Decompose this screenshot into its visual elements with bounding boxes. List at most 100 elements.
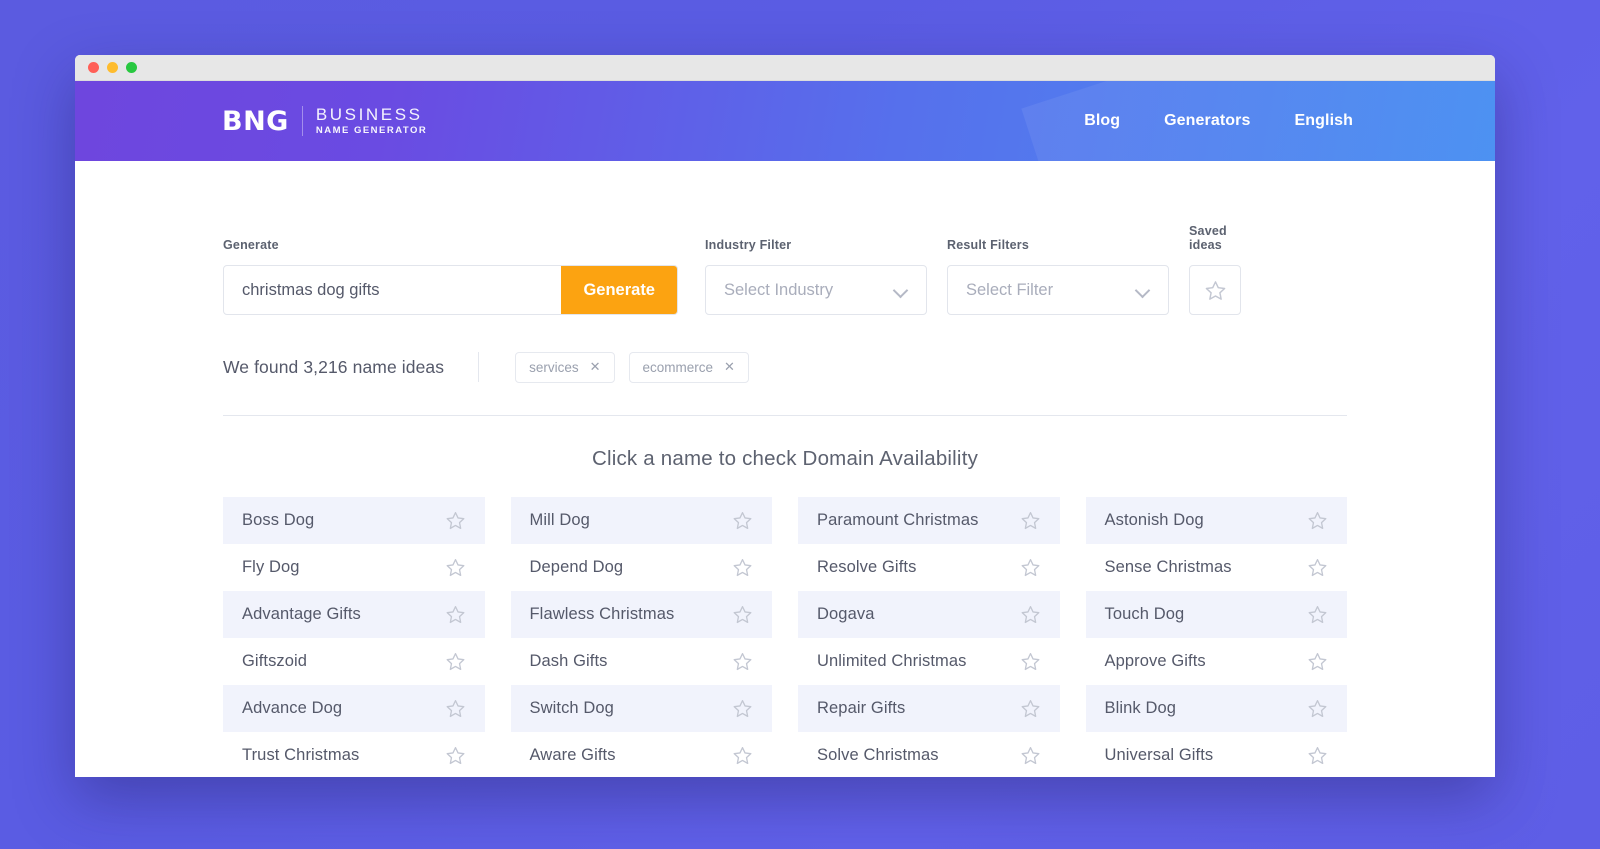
star-icon[interactable] [1307,557,1328,578]
window-close-button[interactable] [88,62,99,73]
results-section-title: Click a name to check Domain Availabilit… [591,447,979,470]
star-icon[interactable] [1020,604,1041,625]
window-minimize-button[interactable] [107,62,118,73]
saved-ideas-label: Saved ideas [1189,224,1227,252]
result-row[interactable]: Advance Dog [223,685,485,732]
result-name: Fly Dog [242,558,300,576]
nav-item-generators[interactable]: Generators [1164,112,1250,130]
result-row[interactable]: Giftszoid [223,638,485,685]
result-name: Mill Dog [529,511,590,529]
result-row[interactable]: Touch Dog [1085,591,1347,638]
star-icon[interactable] [1307,651,1328,672]
filter-tag-ecommerce[interactable]: ecommerce ✕ [628,351,749,383]
active-filter-tags: services ✕ ecommerce ✕ [515,351,749,383]
result-name: Paramount Christmas [817,511,979,529]
star-icon[interactable] [732,698,753,719]
result-name: Boss Dog [242,511,315,529]
result-row[interactable]: Trust Christmas [223,732,485,777]
result-name: Dash Gifts [529,652,608,670]
nav-item-blog[interactable]: Blog [1084,112,1120,130]
star-icon[interactable] [1020,745,1041,766]
star-icon[interactable] [445,510,466,531]
logo-mark: BNG [222,105,289,137]
chevron-down-icon [1137,284,1150,297]
result-filter-select[interactable]: Select Filter [947,265,1169,315]
nav-item-language[interactable]: English [1295,112,1353,130]
logo-divider [301,106,303,136]
star-icon[interactable] [732,651,753,672]
result-row[interactable]: Astonish Dog [1085,497,1347,544]
close-icon[interactable]: ✕ [590,359,601,375]
result-row[interactable]: Advantage Gifts [223,591,485,638]
result-row[interactable]: Approve Gifts [1086,638,1348,685]
keyword-input[interactable] [224,266,562,314]
star-icon[interactable] [1020,557,1041,578]
star-icon[interactable] [1020,510,1041,531]
result-row[interactable]: Depend Dog [511,544,773,591]
result-name: Unlimited Christmas [817,652,967,670]
result-row[interactable]: Universal Gifts [1086,732,1348,777]
star-icon[interactable] [1307,510,1328,531]
star-icon [1205,280,1225,300]
result-name: Switch Dog [529,699,614,717]
result-name: Touch Dog [1104,605,1185,623]
window-maximize-button[interactable] [126,62,137,73]
result-filter-label: Result Filters [947,238,1029,252]
star-icon[interactable] [445,557,466,578]
saved-ideas-group: Saved ideas [1189,224,1247,315]
result-row[interactable]: Boss Dog [223,497,485,544]
site-logo[interactable]: BNG BUSINESS NAME GENERATOR [222,105,427,137]
star-icon[interactable] [445,698,466,719]
star-icon[interactable] [732,745,753,766]
result-name: Advance Dog [242,699,343,717]
generate-button[interactable]: Generate [561,266,677,314]
industry-filter-select[interactable]: Select Industry [705,265,927,315]
star-icon[interactable] [445,745,466,766]
result-name: Flawless Christmas [529,605,675,623]
star-icon[interactable] [1307,604,1328,625]
window-titlebar [75,55,1495,81]
star-icon[interactable] [732,604,753,625]
result-row[interactable]: Flawless Christmas [510,591,772,638]
result-row[interactable]: Unlimited Christmas [798,638,1060,685]
star-icon[interactable] [1307,745,1328,766]
browser-window: BNG BUSINESS NAME GENERATOR Blog Generat… [75,55,1495,777]
generate-input-row: Generate [223,265,678,315]
star-icon[interactable] [732,557,753,578]
result-row[interactable]: Solve Christmas [798,732,1060,777]
filter-tag-services[interactable]: services ✕ [515,351,615,383]
result-row[interactable]: Dash Gifts [511,638,773,685]
result-row[interactable]: Repair Gifts [798,685,1060,732]
result-name: Trust Christmas [242,746,360,764]
result-row[interactable]: Blink Dog [1085,685,1347,732]
result-row[interactable]: Switch Dog [510,685,772,732]
result-row[interactable]: Fly Dog [223,544,485,591]
close-icon[interactable]: ✕ [724,359,735,375]
main-navigation: Blog Generators English [1084,112,1353,130]
logo-line-business: BUSINESS [315,104,423,124]
result-name: Depend Dog [529,558,624,576]
saved-ideas-button[interactable] [1189,265,1241,315]
result-name: Aware Gifts [529,746,616,764]
result-row[interactable]: Mill Dog [510,497,772,544]
result-name: Giftszoid [242,652,308,670]
star-icon[interactable] [1020,698,1041,719]
result-row[interactable]: Aware Gifts [511,732,773,777]
star-icon[interactable] [732,510,753,531]
industry-filter-value: Select Industry [724,280,834,299]
star-icon[interactable] [1020,651,1041,672]
result-name: Resolve Gifts [817,558,917,576]
result-row[interactable]: Dogava [798,591,1060,638]
results-column: Astonish Dog Sense Christmas Touch Dog Appr… [1085,497,1348,777]
site-header: BNG BUSINESS NAME GENERATOR Blog Generat… [75,81,1495,161]
result-row[interactable]: Resolve Gifts [798,544,1060,591]
result-row[interactable]: Paramount Christmas [798,497,1060,544]
result-row[interactable]: Sense Christmas [1086,544,1348,591]
filter-tag-label: services [529,359,579,375]
star-icon[interactable] [1307,698,1328,719]
results-summary: We found 3,216 name ideas services ✕ eco… [223,351,1347,383]
results-count-text: We found 3,216 name ideas [223,356,445,377]
star-icon[interactable] [445,651,466,672]
results-column: Boss Dog Fly Dog Advantage Gifts Giftszoid A… [223,497,485,777]
star-icon[interactable] [445,604,466,625]
